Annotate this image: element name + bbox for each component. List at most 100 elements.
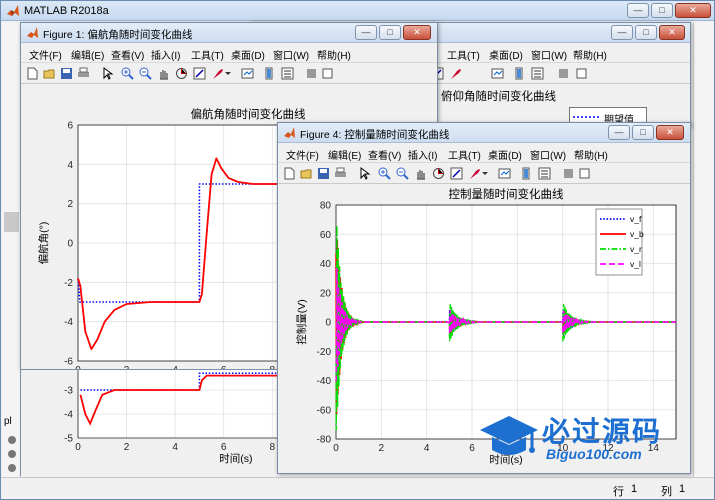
- menu-view[interactable]: 查看(V): [368, 147, 401, 162]
- y-tick-label: 0: [325, 318, 331, 329]
- legend-icon[interactable]: [538, 167, 551, 180]
- new-figure-icon[interactable]: [26, 67, 39, 80]
- menu-tools[interactable]: 工具(T): [447, 47, 480, 62]
- pointer-icon[interactable]: [358, 167, 371, 180]
- menu-help[interactable]: 帮助(H): [573, 47, 607, 62]
- brush-dropdown-icon[interactable]: [224, 67, 232, 80]
- show-plot-tools-icon[interactable]: [575, 67, 588, 80]
- y-tick-label: -80: [317, 435, 332, 446]
- menu-desktop[interactable]: 桌面(D): [231, 47, 265, 62]
- pan-icon[interactable]: [414, 167, 427, 180]
- close-icon[interactable]: ✕: [659, 25, 685, 40]
- print-icon[interactable]: [334, 167, 347, 180]
- menu-window[interactable]: 窗口(W): [273, 47, 309, 62]
- menu-insert[interactable]: 插入(I): [408, 147, 437, 162]
- open-file-icon[interactable]: [43, 67, 56, 80]
- menu-edit[interactable]: 编辑(E): [71, 47, 104, 62]
- link-plot-icon[interactable]: [498, 167, 511, 180]
- menu-tools[interactable]: 工具(T): [448, 147, 481, 162]
- new-figure-icon[interactable]: [283, 167, 296, 180]
- legend-label-v_f: v_f: [630, 214, 642, 224]
- hide-plot-tools-icon[interactable]: [562, 167, 575, 180]
- x-tick-label: 0: [333, 443, 339, 454]
- y-tick-label: -20: [317, 347, 332, 358]
- menu-tools[interactable]: 工具(T): [191, 47, 224, 62]
- link-plot-icon[interactable]: [491, 67, 504, 80]
- pointer-icon[interactable]: [101, 67, 114, 80]
- hide-plot-tools-icon[interactable]: [557, 67, 570, 80]
- minimize-icon[interactable]: —: [627, 3, 649, 18]
- save-icon[interactable]: [60, 67, 73, 80]
- data-cursor-icon[interactable]: [193, 67, 206, 80]
- figure-1-title-bar[interactable]: Figure 1: 偏航角随时间变化曲线 — □ ✕: [21, 23, 437, 43]
- figure-4-toolbar: [278, 162, 690, 184]
- close-icon[interactable]: ✕: [675, 3, 711, 18]
- menu-help[interactable]: 帮助(H): [574, 147, 608, 162]
- zoom-in-icon[interactable]: [378, 167, 391, 180]
- y-axis-label: 控制量(V): [295, 299, 308, 345]
- x-tick-label: 2: [124, 365, 130, 369]
- watermark: 必过源码 Biguo100.com: [478, 408, 688, 466]
- graduation-cap-logo-icon: [480, 416, 538, 455]
- figure-1-title: Figure 1: 偏航角随时间变化曲线: [43, 29, 193, 41]
- show-plot-tools-icon[interactable]: [321, 67, 334, 80]
- lower-x-tick-label: 6: [221, 442, 227, 453]
- colorbar-icon[interactable]: [263, 67, 276, 80]
- lower-x-axis-label: 时间(s): [219, 452, 252, 465]
- legend-icon[interactable]: [531, 67, 544, 80]
- data-cursor-icon[interactable]: [450, 167, 463, 180]
- menu-file[interactable]: 文件(F): [29, 47, 62, 62]
- figure-4-title: Figure 4: 控制量随时间变化曲线: [300, 129, 450, 141]
- colorbar-icon[interactable]: [520, 167, 533, 180]
- brush-icon[interactable]: [449, 67, 462, 80]
- link-plot-icon[interactable]: [241, 67, 254, 80]
- main-title-bar[interactable]: MATLAB R2018a — □ ✕: [1, 1, 714, 21]
- menu-help[interactable]: 帮助(H): [317, 47, 351, 62]
- colorbar-icon[interactable]: [513, 67, 526, 80]
- status-bar: 行 1 列 1: [1, 477, 714, 499]
- open-file-icon[interactable]: [300, 167, 313, 180]
- menu-insert[interactable]: 插入(I): [151, 47, 180, 62]
- menu-desktop[interactable]: 桌面(D): [489, 47, 523, 62]
- maximize-icon[interactable]: □: [635, 25, 657, 40]
- menu-window[interactable]: 窗口(W): [530, 147, 566, 162]
- menu-window[interactable]: 窗口(W): [531, 47, 567, 62]
- figure-1-menubar: 文件(F) 编辑(E) 查看(V) 插入(I) 工具(T) 桌面(D) 窗口(W…: [21, 44, 437, 62]
- brush-icon[interactable]: [211, 67, 224, 80]
- zoom-out-icon[interactable]: [396, 167, 409, 180]
- brush-dropdown-icon[interactable]: [481, 167, 489, 180]
- show-plot-tools-icon[interactable]: [578, 167, 591, 180]
- lower-axes-box: [78, 370, 280, 438]
- x-tick-label: 4: [424, 443, 430, 454]
- legend-label-v_r: v_r: [630, 244, 642, 254]
- legend-label-v_b: v_b: [630, 229, 644, 239]
- zoom-out-icon[interactable]: [139, 67, 152, 80]
- menu-view[interactable]: 查看(V): [111, 47, 144, 62]
- maximize-icon[interactable]: □: [632, 125, 654, 140]
- pan-icon[interactable]: [157, 67, 170, 80]
- close-icon[interactable]: ✕: [403, 25, 431, 40]
- minimize-icon[interactable]: —: [611, 25, 633, 40]
- print-icon[interactable]: [77, 67, 90, 80]
- save-icon[interactable]: [317, 167, 330, 180]
- menu-file[interactable]: 文件(F): [286, 147, 319, 162]
- legend-icon[interactable]: [281, 67, 294, 80]
- rotate-3d-icon[interactable]: [175, 67, 188, 80]
- maximize-icon[interactable]: □: [379, 25, 401, 40]
- menu-edit[interactable]: 编辑(E): [328, 147, 361, 162]
- figure-4-menubar: 文件(F) 编辑(E) 查看(V) 插入(I) 工具(T) 桌面(D) 窗口(W…: [278, 144, 690, 162]
- panel-scroll-thumb[interactable]: [4, 212, 19, 232]
- minimize-icon[interactable]: —: [355, 25, 377, 40]
- brush-icon[interactable]: [468, 167, 481, 180]
- figure-4-title-bar[interactable]: Figure 4: 控制量随时间变化曲线 — □ ✕: [278, 123, 690, 143]
- maximize-icon[interactable]: □: [651, 3, 673, 18]
- rotate-3d-icon[interactable]: [432, 167, 445, 180]
- close-icon[interactable]: ✕: [656, 125, 684, 140]
- lower-chart-fragment: 0 2 4 6 8 -3 -4 -5 时间(s): [64, 370, 370, 465]
- hide-plot-tools-icon[interactable]: [305, 67, 318, 80]
- menu-desktop[interactable]: 桌面(D): [488, 147, 522, 162]
- minimize-icon[interactable]: —: [608, 125, 630, 140]
- zoom-in-icon[interactable]: [121, 67, 134, 80]
- right-panel-strip: [693, 22, 714, 477]
- x-tick-label: 0: [75, 365, 81, 369]
